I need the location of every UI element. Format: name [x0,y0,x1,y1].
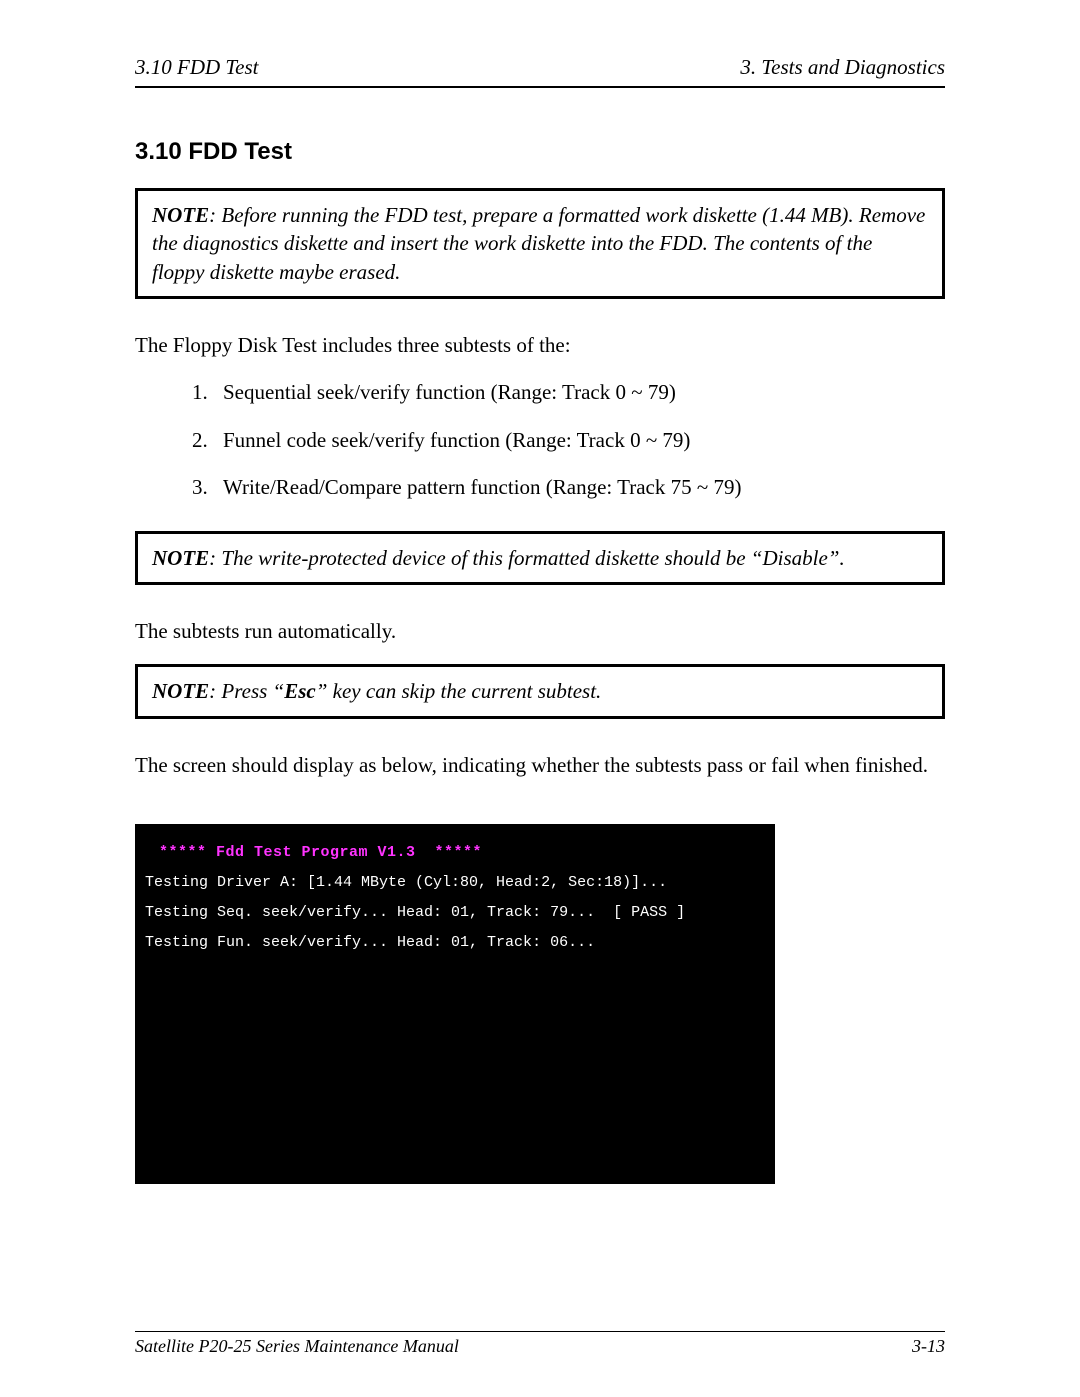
paragraph-screen: The screen should display as below, indi… [135,751,945,780]
note-box-3: NOTE: Press “Esc” key can skip the curre… [135,664,945,718]
list-item: Funnel code seek/verify function (Range:… [213,426,945,455]
paragraph-auto: The subtests run automatically. [135,617,945,646]
note-label: NOTE [152,546,209,570]
page-header: 3.10 FDD Test 3. Tests and Diagnostics [135,55,945,88]
note-text-after: ” key can skip the current subtest. [316,679,602,703]
note-esc-key: Esc [284,679,316,703]
page-footer: Satellite P20-25 Series Maintenance Manu… [135,1331,945,1357]
note-text: : Before running the FDD test, prepare a… [152,203,925,284]
note-box-2: NOTE: The write-protected device of this… [135,531,945,585]
header-left: 3.10 FDD Test [135,55,259,80]
terminal-line: Testing Driver A: [1.44 MByte (Cyl:80, H… [145,868,765,898]
note-label: NOTE [152,679,209,703]
footer-right: 3-13 [912,1336,945,1357]
section-heading: 3.10 FDD Test [135,138,945,166]
intro-paragraph: The Floppy Disk Test includes three subt… [135,331,945,360]
subtest-list: Sequential seek/verify function (Range: … [213,378,945,502]
footer-left: Satellite P20-25 Series Maintenance Manu… [135,1336,459,1357]
list-item: Write/Read/Compare pattern function (Ran… [213,473,945,502]
note-box-1: NOTE: Before running the FDD test, prepa… [135,188,945,299]
terminal-line: Testing Seq. seek/verify... Head: 01, Tr… [145,898,765,928]
list-item: Sequential seek/verify function (Range: … [213,378,945,407]
note-text: : The write-protected device of this for… [209,546,845,570]
header-right: 3. Tests and Diagnostics [740,55,945,80]
document-page: 3.10 FDD Test 3. Tests and Diagnostics 3… [0,0,1080,1397]
note-text-before: : Press “ [209,679,284,703]
terminal-screenshot: ***** Fdd Test Program V1.3 ***** Testin… [135,824,775,1184]
note-label: NOTE [152,203,209,227]
terminal-title: ***** Fdd Test Program V1.3 ***** [159,838,765,868]
terminal-line: Testing Fun. seek/verify... Head: 01, Tr… [145,928,765,958]
